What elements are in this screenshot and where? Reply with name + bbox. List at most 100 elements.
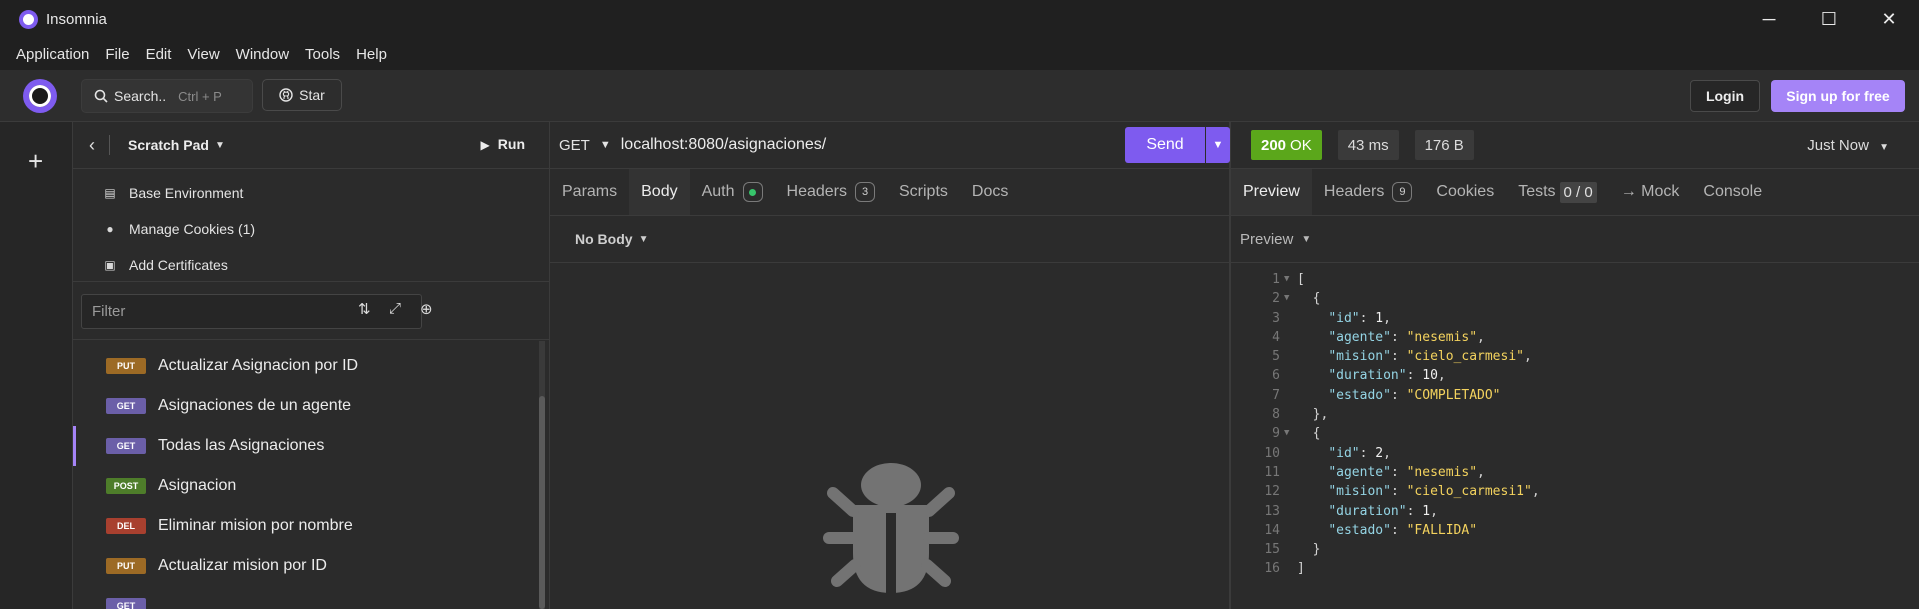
tab-console[interactable]: Console	[1691, 169, 1774, 215]
tab-docs[interactable]: Docs	[960, 169, 1020, 215]
json-number: 2	[1375, 445, 1384, 461]
json-punct: ,	[1437, 368, 1446, 384]
search-button[interactable]: Search.. Ctrl + P	[81, 79, 253, 113]
menu-window[interactable]: Window	[228, 46, 297, 63]
send-button[interactable]: Send	[1125, 127, 1205, 163]
menu-help[interactable]: Help	[348, 46, 395, 63]
request-item[interactable]: GET Asignaciones de un agente	[73, 386, 549, 426]
base-environment-link[interactable]: ▤ Base Environment	[73, 175, 549, 211]
menu-view[interactable]: View	[179, 46, 227, 63]
tab-headers[interactable]: Headers 3	[775, 169, 887, 215]
add-certificates-link[interactable]: ▣ Add Certificates	[73, 247, 549, 283]
url-input[interactable]: localhost:8080/asignaciones/	[621, 136, 826, 154]
tab-scripts[interactable]: Scripts	[887, 169, 960, 215]
filter-row: ⇅ ⤢ ⊕	[73, 282, 549, 340]
tab-preview[interactable]: Preview	[1231, 169, 1312, 215]
menu-edit[interactable]: Edit	[138, 46, 180, 63]
request-item[interactable]: GET	[73, 586, 549, 609]
code-text: "estado": "COMPLETADO"	[1297, 386, 1500, 405]
tab-body[interactable]: Body	[629, 169, 690, 215]
headers-count-badge: 3	[855, 182, 875, 202]
workspace-caret-icon[interactable]: ▼	[215, 140, 225, 151]
signup-button[interactable]: Sign up for free	[1771, 80, 1905, 112]
json-punct	[1297, 504, 1328, 519]
left-rail: +	[0, 122, 73, 609]
json-punct: :	[1390, 329, 1407, 345]
request-item[interactable]: DEL Eliminar mision por nombre	[73, 506, 549, 546]
json-number: 1	[1422, 503, 1431, 519]
tab-response-headers-label: Headers	[1323, 183, 1385, 200]
send-options-caret-icon[interactable]: ▼	[1206, 127, 1230, 163]
tab-auth[interactable]: Auth	[690, 169, 775, 215]
close-button[interactable]: ✕	[1859, 0, 1919, 38]
tab-mock[interactable]: → Mock	[1609, 169, 1692, 215]
json-punct: {	[1297, 291, 1321, 307]
code-text: [	[1297, 270, 1305, 289]
response-body-viewer[interactable]: 1 ▼[2 ▼ {3 "id": 1, 4 "agente": "nesemis", 5…	[1231, 263, 1919, 579]
request-name: Asignaciones de un agente	[158, 397, 352, 414]
insomnia-home-icon[interactable]	[23, 79, 57, 113]
json-punct	[1297, 311, 1328, 326]
request-item[interactable]: PUT Actualizar mision por ID	[73, 546, 549, 586]
workspace-title[interactable]: Scratch Pad	[128, 137, 209, 153]
json-punct: },	[1297, 407, 1329, 423]
method-caret-icon[interactable]: ▼	[600, 139, 611, 151]
request-item-active[interactable]: GET Todas las Asignaciones	[73, 426, 549, 466]
code-line: 14 "estado": "FALLIDA"	[1231, 521, 1919, 540]
tab-tests[interactable]: Tests 0 / 0	[1506, 169, 1609, 215]
tab-params[interactable]: Params	[550, 169, 629, 215]
fold-gutter	[1284, 444, 1297, 463]
json-punct: }	[1297, 542, 1321, 558]
maximize-button[interactable]: ☐	[1799, 0, 1859, 38]
menu-application[interactable]: Application	[8, 46, 97, 63]
back-chevron-icon[interactable]: ‹	[89, 135, 95, 156]
login-button[interactable]: Login	[1690, 80, 1760, 112]
tests-count-badge: 0 / 0	[1559, 181, 1597, 203]
response-timestamp: Just Now	[1807, 137, 1869, 154]
bug-icon	[823, 463, 959, 593]
tab-response-headers[interactable]: Headers 9	[1312, 169, 1424, 215]
sort-icon[interactable]: ⇅	[358, 300, 371, 318]
json-punct: ]	[1297, 561, 1305, 577]
add-project-plus-icon[interactable]: +	[28, 146, 43, 177]
json-punct: ,	[1430, 503, 1438, 519]
run-button[interactable]: ▶ Run	[481, 136, 525, 152]
request-item[interactable]: PUT Actualizar Asignacion por ID	[73, 346, 549, 386]
request-item[interactable]: POST Asignacion	[73, 466, 549, 506]
code-line: 3 "id": 1,	[1231, 309, 1919, 328]
preview-mode-select[interactable]: Preview ▼	[1231, 216, 1919, 263]
tab-auth-label: Auth	[701, 183, 735, 200]
line-number: 9	[1272, 426, 1280, 442]
expand-icon[interactable]: ⤢	[389, 300, 401, 317]
code-text: "duration": 10,	[1297, 366, 1446, 385]
json-string: "nesemis"	[1406, 464, 1478, 480]
github-star-button[interactable]: Star	[262, 79, 342, 111]
fold-gutter	[1284, 328, 1297, 347]
json-punct: ,	[1477, 329, 1485, 345]
method-select[interactable]: GET	[559, 137, 590, 154]
scrollbar-thumb[interactable]	[539, 396, 545, 609]
menu-file[interactable]: File	[97, 46, 137, 63]
add-request-icon[interactable]: ⊕	[420, 300, 433, 318]
code-text: "agente": "nesemis",	[1297, 328, 1485, 347]
json-punct: {	[1297, 426, 1321, 442]
menu-tools[interactable]: Tools	[297, 46, 348, 63]
json-punct: :	[1390, 387, 1407, 403]
code-text: "id": 1,	[1297, 309, 1391, 328]
code-line: 11 "agente": "nesemis",	[1231, 463, 1919, 482]
method-badge: PUT	[106, 358, 146, 374]
sidebar: ‹ Scratch Pad ▼ ▶ Run ▤ Base Environment …	[73, 122, 550, 609]
response-history-select[interactable]: Just Now ▼	[1807, 137, 1889, 154]
response-pane: 200 OK 43 ms 176 B Just Now ▼ Preview He…	[1231, 122, 1919, 609]
manage-cookies-link[interactable]: ● Manage Cookies (1)	[73, 211, 549, 247]
minimize-button[interactable]: ─	[1739, 0, 1799, 38]
fold-caret-icon[interactable]: ▼	[1284, 424, 1297, 443]
filter-input[interactable]	[81, 294, 422, 329]
code-text: ]	[1297, 559, 1305, 578]
tab-cookies[interactable]: Cookies	[1424, 169, 1506, 215]
json-key: "agente"	[1328, 464, 1391, 480]
request-name: Asignacion	[158, 477, 237, 494]
fold-caret-icon[interactable]: ▼	[1284, 289, 1297, 308]
fold-caret-icon[interactable]: ▼	[1284, 270, 1297, 289]
body-mode-select[interactable]: No Body ▼	[550, 216, 1229, 263]
